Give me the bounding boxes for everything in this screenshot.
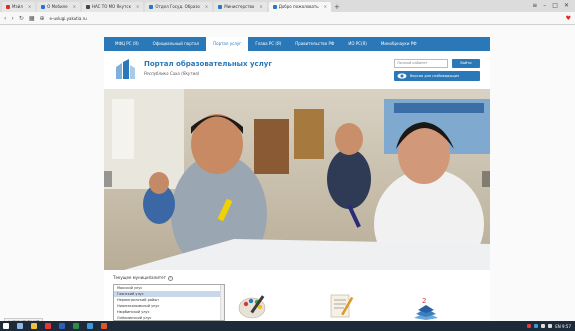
site-header: Портал образовательных услуг Республика … — [104, 51, 490, 89]
tray-clock[interactable]: EN 9:57 — [555, 324, 571, 329]
address-bar: ‹ › ↻ ▦ ⊕ e-uslugi.yakutia.ru ♥ — [0, 12, 575, 25]
tray-app-icon[interactable] — [534, 324, 539, 328]
browser-tab-active[interactable]: Добро пожаловать ✕ — [268, 2, 331, 12]
reload-icon[interactable]: ↻ — [19, 15, 24, 22]
cabinet-input[interactable]: Личный кабинет — [394, 59, 448, 68]
nav-item-official-portal[interactable]: Официальный портал — [146, 37, 206, 51]
windows-icon[interactable] — [3, 323, 9, 329]
tray-network-icon[interactable] — [541, 324, 546, 328]
listbox-scrollbar[interactable] — [220, 285, 224, 320]
tab-favicon-icon — [218, 5, 223, 9]
tray-volume-icon[interactable] — [548, 324, 553, 328]
login-button[interactable]: Войти — [452, 59, 480, 68]
tab-favicon-icon — [41, 5, 46, 9]
close-tab-icon[interactable]: ✕ — [28, 2, 31, 12]
tab-favicon-icon — [85, 5, 90, 9]
municipality-label: Текущее муниципалитет? — [113, 275, 173, 281]
new-tab-button[interactable]: + — [334, 2, 340, 12]
word-icon[interactable] — [59, 323, 65, 329]
nav-item-io[interactable]: ИО РС(Я) — [341, 37, 374, 51]
browser-tab[interactable]: Мэйл ✕ — [2, 2, 36, 12]
tab-favicon-icon — [272, 5, 277, 9]
tab-favicon-icon — [6, 5, 10, 9]
municipality-listbox[interactable]: Мокский улус Гаянский улус Нерюнгринский… — [113, 284, 225, 321]
forward-icon[interactable]: › — [11, 15, 13, 22]
close-tab-icon[interactable]: ✕ — [73, 2, 76, 12]
browser-tab[interactable]: Министерство ✕ — [214, 2, 267, 12]
browser-tab[interactable]: О Мобиле ✕ — [37, 2, 80, 12]
svg-text:2: 2 — [422, 297, 426, 305]
accessibility-version-button[interactable]: Версия для слабовидящих — [394, 71, 480, 81]
nav-item-ministry[interactable]: Минобрнауки РФ — [374, 37, 424, 51]
nav-item-head[interactable]: Глава РС (Я) — [248, 37, 288, 51]
site-info-icon[interactable]: ⊕ — [40, 15, 45, 22]
nav-item-services-portal[interactable]: Портал услуг — [206, 37, 249, 51]
help-icon[interactable]: ? — [167, 276, 173, 281]
maximize-icon[interactable]: □ — [552, 0, 558, 12]
tab-favicon-icon — [149, 5, 154, 9]
nav-item-mfc[interactable]: МФЦ РС (Я) — [108, 37, 146, 51]
excel-icon[interactable] — [73, 323, 79, 329]
close-tab-icon[interactable]: ✕ — [324, 2, 327, 12]
browser-tab-bar: Мэйл ✕ О Мобиле ✕ НАС ТО МО Якутск ✕ Отдел … — [0, 0, 575, 12]
media-icon[interactable] — [101, 323, 107, 329]
browser-icon[interactable] — [45, 323, 51, 329]
page-subtitle: Республика Саха (Якутия) — [144, 71, 200, 76]
back-icon[interactable]: ‹ — [4, 15, 6, 22]
close-window-icon[interactable]: ✕ — [564, 0, 569, 12]
certificate-icon[interactable] — [326, 292, 358, 320]
page-title: Портал образовательных услуг — [144, 60, 273, 68]
folder-icon[interactable] — [31, 323, 37, 329]
minimize-icon[interactable]: – — [543, 0, 546, 12]
site-container: МФЦ РС (Я) Официальный портал Портал усл… — [104, 37, 490, 321]
tray-app-icon[interactable] — [527, 324, 532, 328]
hero-banner-image[interactable] — [104, 89, 490, 270]
search-icon[interactable] — [17, 323, 23, 329]
classroom-photo — [104, 89, 490, 270]
os-taskbar: EN 9:57 — [0, 321, 575, 331]
close-tab-icon[interactable]: ✕ — [205, 2, 208, 12]
bookmark-heart-icon[interactable]: ♥ — [566, 15, 571, 22]
slider-prev-button[interactable] — [104, 171, 112, 187]
eye-icon — [397, 73, 407, 79]
services-section: Текущее муниципалитет? Мокский улус Гаян… — [104, 270, 490, 321]
browser-tab[interactable]: НАС ТО МО Якутск ✕ — [81, 2, 144, 12]
palette-icon[interactable] — [238, 292, 270, 320]
books-icon[interactable]: 2 — [410, 292, 442, 320]
edge-icon[interactable] — [87, 323, 93, 329]
menu-icon[interactable]: ≡ — [532, 0, 537, 12]
grid-icon[interactable]: ▦ — [29, 15, 35, 22]
system-tray: EN 9:57 — [527, 324, 575, 329]
portal-logo-icon[interactable] — [114, 59, 136, 81]
page-viewport: МФЦ РС (Я) Официальный портал Портал усл… — [0, 25, 575, 321]
browser-tab[interactable]: Отдел Госуд. Образо ✕ — [145, 2, 213, 12]
window-controls: ≡ – □ ✕ — [532, 0, 575, 12]
close-tab-icon[interactable]: ✕ — [136, 2, 139, 12]
top-navigation: МФЦ РС (Я) Официальный портал Портал усл… — [104, 37, 490, 51]
slider-next-button[interactable] — [482, 171, 490, 187]
url-field[interactable]: e-uslugi.yakutia.ru — [50, 16, 87, 21]
nav-item-government[interactable]: Правительство РФ — [288, 37, 341, 51]
close-tab-icon[interactable]: ✕ — [259, 2, 262, 12]
